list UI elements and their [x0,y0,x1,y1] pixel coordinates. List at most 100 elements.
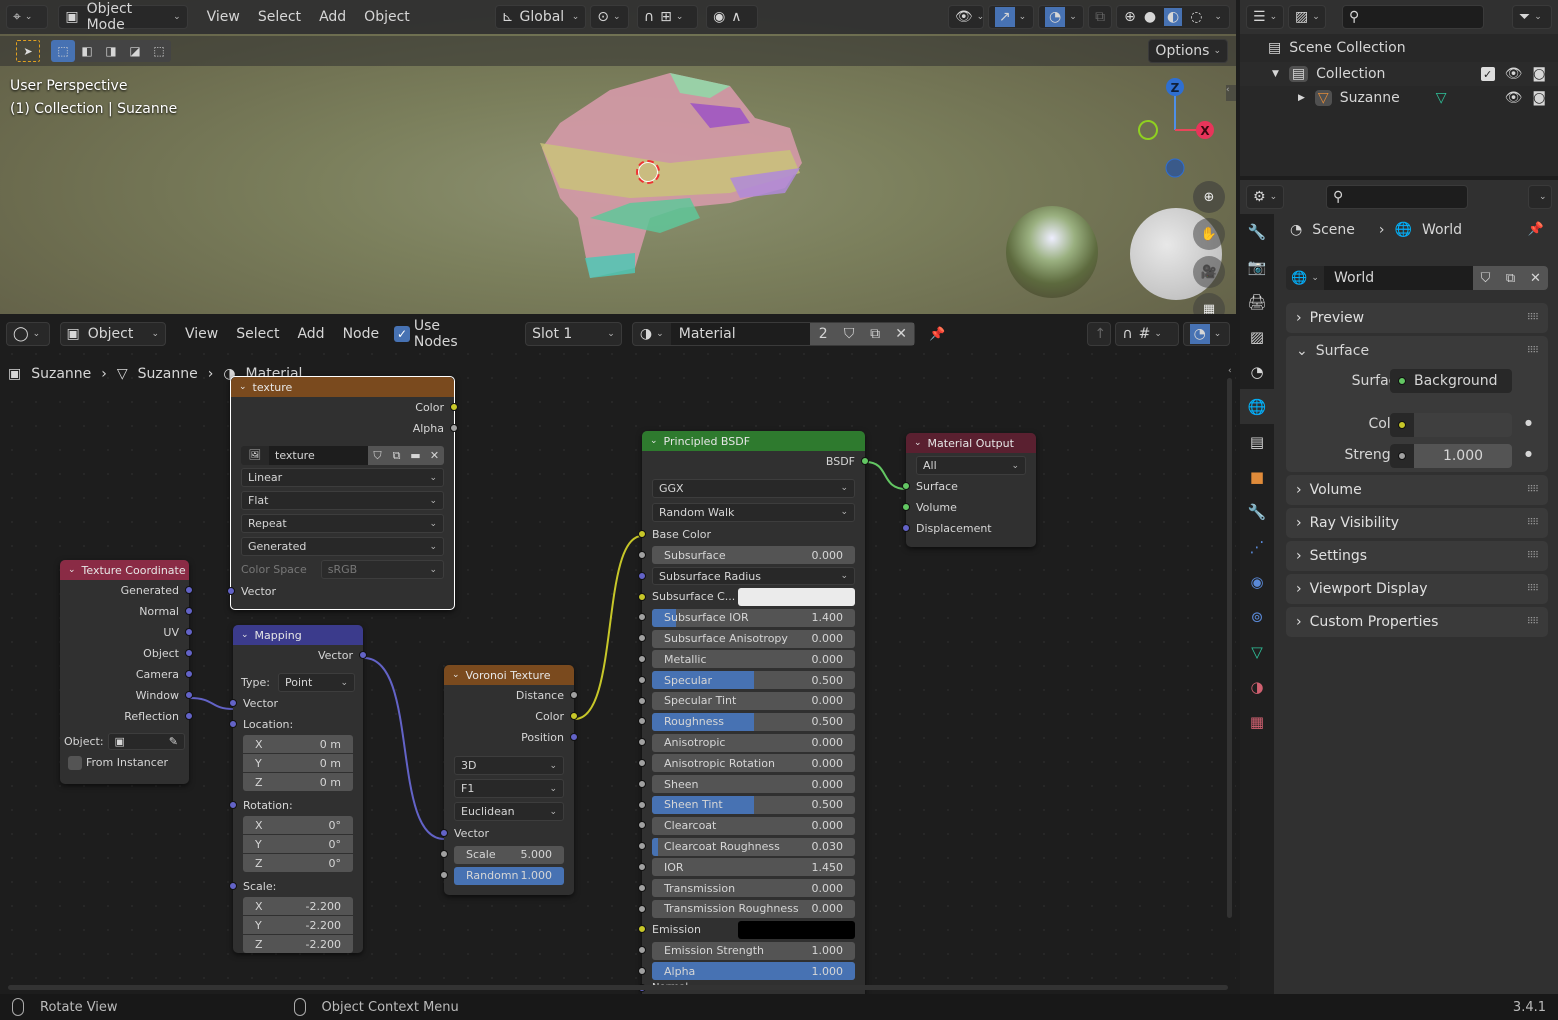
panel-viewport-display[interactable]: › Viewport Display ⠿⠿ [1286,574,1548,604]
subsurface-radius-select[interactable]: Subsurface Radius ⌄ [652,567,855,586]
socket-transmission-roughness[interactable] [638,904,646,913]
outliner-row-scene-collection[interactable]: ▤ Scene Collection [1268,40,1406,56]
material-preview-shading-icon[interactable]: ◐ [1164,8,1183,26]
source-select[interactable]: Generated ⌄ [241,537,444,556]
node-voronoi-texture[interactable]: ⌄ Voronoi Texture Distance Color Position… [440,665,578,895]
eyedropper-icon[interactable]: ✎ [169,735,178,748]
node-image-texture[interactable]: ⌄ texture Color Alpha 🖼 texture ⛉ ⧉ ▬ ✕ L… [227,376,458,610]
rotation-x-field[interactable]: X 0° [243,816,353,834]
drag-grip-icon[interactable]: ⠿⠿ [1527,551,1539,561]
socket-subsurface-ior[interactable] [638,613,646,622]
outliner-search[interactable]: ⚲ [1342,5,1484,29]
drag-grip-icon[interactable]: ⠿⠿ [1527,313,1539,323]
drag-grip-icon[interactable]: ⠿⠿ [1527,485,1539,495]
socket-volume[interactable] [902,503,910,511]
select-tool-button[interactable]: ➤ [16,40,40,62]
sheen-tint-field[interactable]: Sheen Tint 0.500 [652,795,855,814]
node-header[interactable]: ⌄ Material Output [906,433,1036,453]
socket-location[interactable] [229,720,237,728]
node-header[interactable]: ⌄ Texture Coordinate [60,560,189,580]
unlink-world-icon[interactable]: ✕ [1523,266,1548,290]
socket-displacement[interactable] [902,524,910,532]
horizontal-scrollbar[interactable] [8,985,1228,990]
roughness-field[interactable]: Roughness 0.500 [652,712,855,731]
3d-viewport[interactable]: ⌖ ⌄ ▣ Object Mode ⌄ View Select Add Object … [0,0,1236,314]
color-space-select[interactable]: sRGB ⌄ [320,560,444,579]
outliner[interactable]: ☰ ⌄ ▨ ⌄ ⚲ ⏷ ⌄ ▤ Scene Collection ▼ ▤ Collect… [1240,0,1558,176]
keyframe-dot-icon[interactable]: ● [1525,418,1532,427]
rotation-y-field[interactable]: Y 0° [243,835,353,853]
collapse-chevron-icon[interactable]: ⌄ [239,382,247,392]
filter-button[interactable]: ⏷ ⌄ [1512,5,1552,29]
select-new-icon[interactable]: ⬚ [51,40,75,62]
socket-subsurface-radius[interactable] [638,571,646,580]
editor-type-button[interactable]: ☰ ⌄ [1246,5,1284,29]
specular-field[interactable]: Specular 0.500 [652,671,855,690]
select-intersect-icon[interactable]: ⬚ [147,40,171,62]
socket-sheen-tint[interactable] [638,800,646,809]
socket-subsurface-c[interactable] [638,592,646,601]
image-name-field[interactable]: texture [269,446,368,465]
camera-render-icon[interactable]: ◙ [1532,66,1546,82]
emission-strength-field[interactable]: Emission Strength 1.000 [652,941,855,960]
menu-add[interactable]: Add [312,9,353,25]
select-invert-icon[interactable]: ◪ [123,40,147,62]
outliner-row-collection[interactable]: ▼ ▤ Collection ✓ 👁 ◙ [1240,62,1558,86]
node-principled-bsdf[interactable]: ⌄ Principled BSDF BSDF GGX ⌄ Random Walk ⌄ … [638,431,869,994]
collapse-chevron-icon[interactable]: ⌄ [650,436,658,446]
socket-scale[interactable] [229,882,237,890]
transmission-roughness-field[interactable]: Transmission Roughness 0.000 [652,899,855,918]
vertical-scrollbar[interactable] [1227,378,1232,918]
panel-volume[interactable]: › Volume ⠿⠿ [1286,475,1548,505]
socket-alpha[interactable] [638,966,646,975]
options-dropdown[interactable]: ⌄ [1528,185,1552,209]
socket-bsdf[interactable] [861,457,869,465]
socket-specular-tint[interactable] [638,696,646,705]
expand-triangle-icon[interactable]: ▶ [1298,93,1305,103]
zoom-view-button[interactable]: ⊕ [1193,181,1225,213]
socket-normal[interactable] [185,607,193,615]
socket-distance[interactable] [570,691,578,699]
transmission-field[interactable]: Transmission 0.000 [652,879,855,898]
drag-grip-icon[interactable]: ⠿⠿ [1527,346,1539,356]
projection-select[interactable]: Flat ⌄ [241,491,444,510]
drag-grip-icon[interactable]: ⠿⠿ [1527,518,1539,528]
socket-specular[interactable] [638,675,646,684]
socket-roughness[interactable] [638,717,646,726]
properties-editor[interactable]: ⚙ ⌄ ⚲ ⌄ 🔧 📷 🖨 ▨ ◔ 🌐 ▤ ■ 🔧 ⋰ ◉ ⊚ ▽ ◑ ▦ ◔ S… [1240,180,1558,994]
socket-randomness[interactable] [440,871,448,879]
collapse-chevron-icon[interactable]: ⌄ [241,630,249,640]
node-header[interactable]: ⌄ Mapping [233,625,363,645]
strength-field[interactable]: 1.000 [1390,444,1512,468]
properties-search[interactable]: ⚲ [1326,185,1468,209]
socket-subsurface-anisotropy[interactable] [638,634,646,643]
anisotropic-field[interactable]: Anisotropic 0.000 [652,733,855,752]
proportional-edit-toggle[interactable]: ◉ ∧ [706,5,758,29]
snap-toggle[interactable]: ∩ ⊞ ⌄ [636,5,699,29]
transform-orientation-select[interactable]: ⊾ Global ⌄ [494,5,587,29]
solid-shading-icon[interactable]: ● [1144,9,1156,25]
navigation-gizmo[interactable]: Z X [1130,75,1220,185]
display-mode-button[interactable]: ▨ ⌄ [1288,5,1326,29]
rendered-shading-icon[interactable]: ◌ [1190,9,1202,25]
editor-type-button[interactable]: ⚙ ⌄ [1246,185,1284,209]
shader-node-editor[interactable]: ◯ ⌄ ▣ Object ⌄ View Select Add Node ✓ Use N… [0,318,1236,994]
eye-icon[interactable]: 👁 [1505,90,1523,106]
selectability-visibility-button[interactable]: 👁 ⌄ [947,5,984,29]
panel-surface-header[interactable]: ⌄ Surface ⠿⠿ [1286,336,1548,366]
3d-cursor[interactable] [636,160,660,184]
open-folder-icon[interactable]: ▬ [406,446,425,465]
duplicate-world-icon[interactable]: ⧉ [1498,266,1523,290]
pin-icon[interactable]: 📌 [1528,222,1544,237]
sidebar-toggle[interactable]: ‹ [1228,366,1236,382]
color-field[interactable] [1390,413,1512,437]
options-button[interactable]: Options ⌄ [1148,39,1228,63]
drag-grip-icon[interactable]: ⠿⠿ [1527,617,1539,627]
tab-texture[interactable]: ▦ [1240,704,1274,739]
mesh-data-icon[interactable]: ▽ [1436,90,1447,106]
menu-object[interactable]: Object [357,9,417,25]
anisotropic-rotation-field[interactable]: Anisotropic Rotation 0.000 [652,754,855,773]
sidebar-toggle[interactable]: ‹ [1226,85,1236,101]
from-instancer-checkbox[interactable] [68,755,82,770]
scale-y-field[interactable]: Y -2.200 [243,916,353,934]
